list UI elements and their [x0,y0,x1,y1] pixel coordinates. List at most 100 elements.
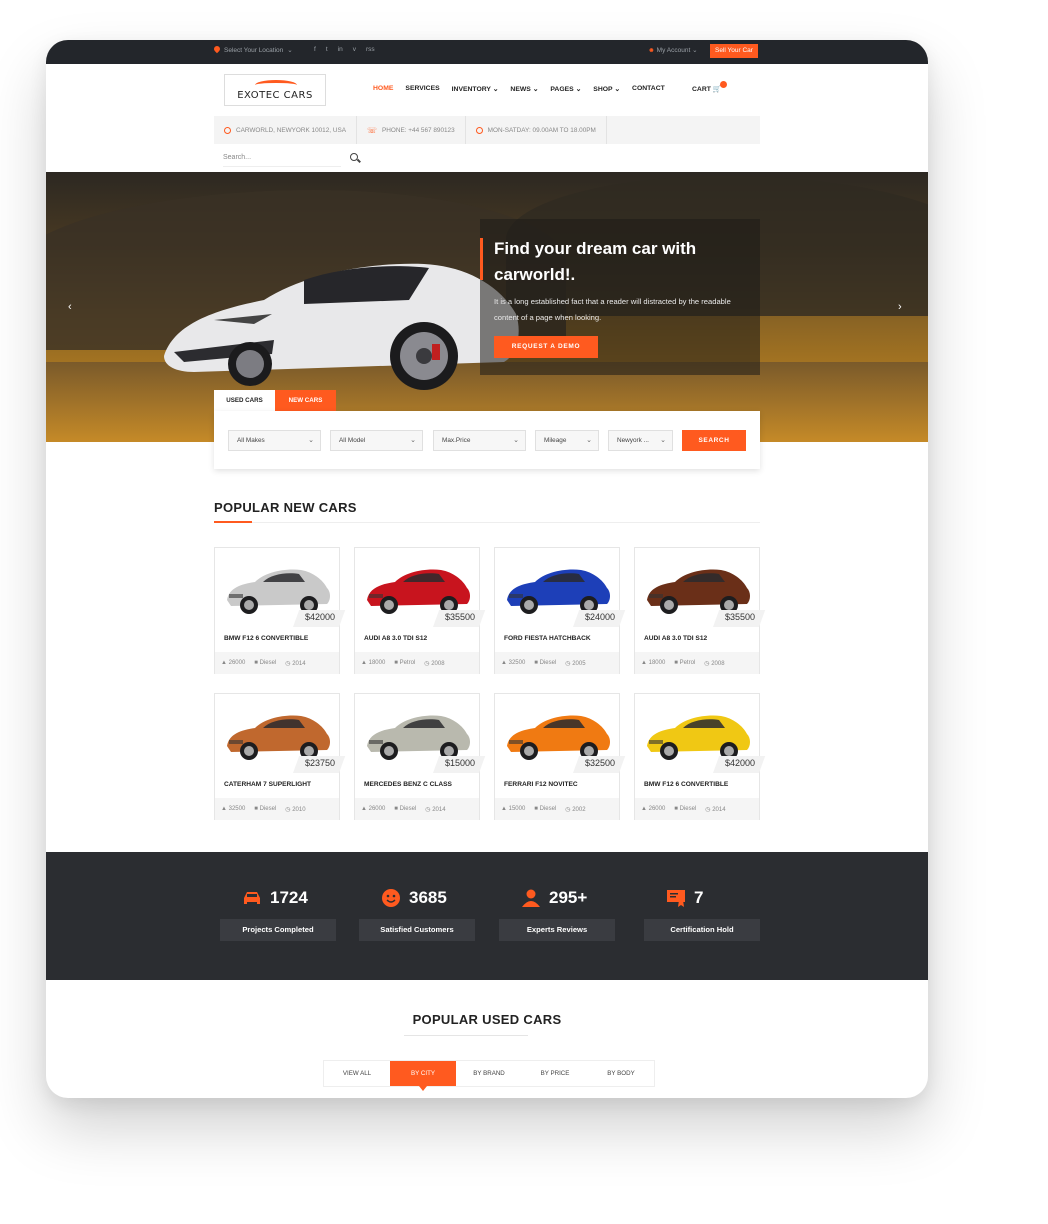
twitter-icon[interactable]: t [326,46,328,53]
location-select[interactable]: Newyork ... ⌄ [608,430,673,451]
mileage-select[interactable]: Mileage ⌄ [535,430,599,451]
stat-label: Satisfied Customers [359,919,475,941]
rss-icon[interactable]: rss [366,46,375,53]
location-select-value: Newyork ... [617,437,649,444]
mileage-spec: ▲ 26000 [221,660,245,666]
car-specs: ▲ 26000 ■ Diesel ◷ 2014 [355,798,479,820]
chevron-down-icon: ⌄ [492,86,499,93]
car-name[interactable]: AUDI A8 3.0 TDI S12 [364,635,427,642]
mileage-spec: ▲ 26000 [641,806,665,812]
linkedin-icon[interactable]: in [338,46,343,53]
mileage-value: 18000 [648,660,666,666]
my-account-link[interactable]: ☻ My Account ⌄ [648,46,698,54]
max-price-select[interactable]: Max.Price ⌄ [433,430,526,451]
stat-number: 295+ [549,888,588,907]
car-price: $35500 [444,612,475,622]
phone-icon: ☏ [366,125,377,135]
mileage-value: 18000 [368,660,386,666]
fuel-value: Diesel [259,660,277,666]
chevron-down-icon: ⌄ [660,437,666,444]
nav-home[interactable]: HOME [373,85,393,93]
map-marker-icon [224,126,231,134]
vimeo-icon[interactable]: v [353,46,356,53]
chevron-down-icon: ⌄ [532,86,539,93]
nav-inventory[interactable]: INVENTORY ⌄ [452,85,499,93]
nav-shop[interactable]: SHOP ⌄ [593,85,620,93]
mileage-spec: ▲ 18000 [641,660,665,666]
car-name[interactable]: FERRARI F12 NOVITEC [504,781,578,788]
filter-by-brand[interactable]: BY BRAND [456,1061,522,1086]
filter-view-all[interactable]: VIEW ALL [324,1061,390,1086]
sell-your-car-button[interactable]: Sell Your Car [710,44,758,58]
section-divider [214,522,760,523]
car-specs: ▲ 18000 ■ Petrol ◷ 2008 [355,652,479,674]
filter-by-city[interactable]: BY CITY [390,1061,456,1091]
car-price: $42000 [724,758,755,768]
car-name[interactable]: CATERHAM 7 SUPERLIGHT [224,781,311,788]
search-button[interactable]: SEARCH [682,430,746,451]
fuel-spec: ■ Diesel [394,806,416,812]
road-icon: ▲ [501,806,509,812]
car-specs: ▲ 15000 ■ Diesel ◷ 2002 [495,798,619,820]
site-logo[interactable]: EXOTEC CARS [224,74,326,106]
car-card[interactable]: $42000 BMW F12 6 CONVERTIBLE ▲ 26000 ■ Dies… [634,693,766,820]
car-icon [244,892,260,904]
car-card[interactable]: $32500 FERRARI F12 NOVITEC ▲ 15000 ■ Diesel… [494,693,626,820]
nav-inventory-label: INVENTORY [451,86,491,93]
mileage-value: 15000 [508,806,526,812]
car-name[interactable]: MERCEDES BENZ C CLASS [364,781,452,788]
phone-text: PHONE: +44 567 890123 [382,126,455,134]
chevron-right-icon[interactable]: › [898,301,902,313]
section-divider [404,1035,528,1036]
facebook-icon[interactable]: f [314,46,316,53]
car-card[interactable]: $35500 AUDI A8 3.0 TDI S12 ▲ 18000 ■ Petrol… [634,547,766,674]
car-card[interactable]: $23750 CATERHAM 7 SUPERLIGHT ▲ 32500 ■ Dies… [214,693,346,820]
car-name[interactable]: BMW F12 6 CONVERTIBLE [224,635,308,642]
cart-link[interactable]: CART 🛒 [692,85,721,93]
nav-pages[interactable]: PAGES ⌄ [550,85,581,93]
year-value: 2005 [572,660,586,667]
search-bar: Search... [214,144,760,172]
search-underline [223,166,341,167]
road-icon: ▲ [641,660,649,666]
mileage-value: 26000 [648,806,666,812]
car-finder-tabs: USED CARS NEW CARS [214,390,336,411]
car-card[interactable]: $35500 AUDI A8 3.0 TDI S12 ▲ 18000 ■ Petrol… [354,547,486,674]
request-demo-button[interactable]: REQUEST A DEMO [494,336,598,358]
tab-new-cars[interactable]: NEW CARS [275,390,336,411]
search-icon[interactable] [350,153,358,161]
mileage-spec: ▲ 15000 [501,806,525,812]
car-name[interactable]: BMW F12 6 CONVERTIBLE [644,781,728,788]
address-info: CARWORLD, NEWYORK 10012, USA [214,116,357,144]
tab-used-cars[interactable]: USED CARS [214,390,275,411]
year-spec: ◷ 2014 [705,806,725,813]
model-select[interactable]: All Model ⌄ [330,430,423,451]
clock-icon [475,126,483,134]
road-icon: ▲ [221,806,229,812]
top-bar: Select Your Location ⌄ f t in v rss ☻ My… [46,40,928,64]
nav-contact[interactable]: CONTACT [632,85,665,93]
nav-news[interactable]: NEWS ⌄ [510,85,538,93]
nav-contact-label: CONTACT [632,85,665,92]
search-input[interactable]: Search... [223,154,251,161]
location-selector[interactable]: Select Your Location ⌄ [214,46,293,55]
car-specs: ▲ 26000 ■ Diesel ◷ 2014 [635,798,759,820]
chevron-down-icon: ⌄ [586,437,592,444]
filter-by-price[interactable]: BY PRICE [522,1061,588,1086]
nav-services[interactable]: SERVICES [405,85,439,93]
fuel-spec: ■ Diesel [254,806,276,812]
mileage-spec: ▲ 32500 [221,806,245,812]
year-value: 2014 [292,660,306,667]
contact-info-bar: CARWORLD, NEWYORK 10012, USA ☏ PHONE: +4… [214,116,760,144]
chevron-left-icon[interactable]: ‹ [68,301,72,313]
stat-number: 3685 [409,888,447,907]
makes-select[interactable]: All Makes ⌄ [228,430,321,451]
year-value: 2008 [431,660,445,667]
car-card[interactable]: $24000 FORD FIESTA HATCHBACK ▲ 32500 ■ Dies… [494,547,626,674]
car-card[interactable]: $42000 BMW F12 6 CONVERTIBLE ▲ 26000 ■ Dies… [214,547,346,674]
car-name[interactable]: FORD FIESTA HATCHBACK [504,635,591,642]
filter-by-body[interactable]: BY BODY [588,1061,654,1086]
car-name[interactable]: AUDI A8 3.0 TDI S12 [644,635,707,642]
car-card[interactable]: $15000 MERCEDES BENZ C CLASS ▲ 26000 ■ Dies… [354,693,486,820]
fuel-spec: ■ Diesel [534,660,556,666]
